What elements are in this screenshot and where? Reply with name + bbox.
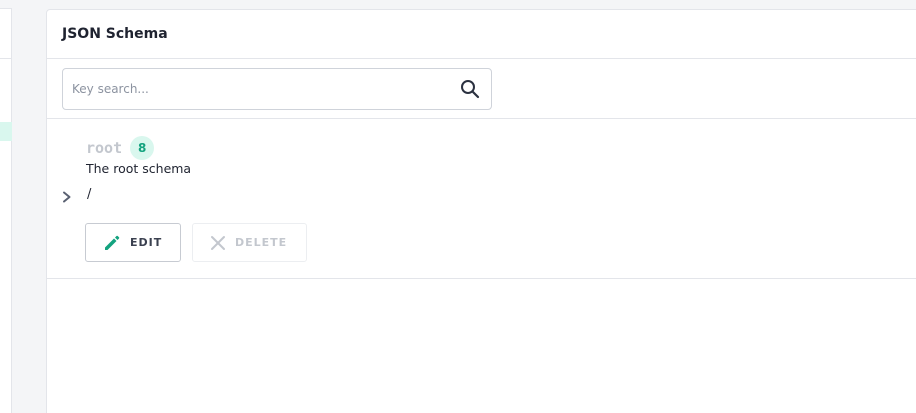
search-box (62, 68, 492, 110)
edit-button[interactable]: EDIT (85, 223, 181, 262)
edit-button-label: EDIT (130, 236, 163, 249)
left-panel (0, 8, 12, 413)
key-search-input[interactable] (72, 82, 459, 96)
node-key-row: root 8 (86, 136, 155, 160)
node-path: / (87, 187, 92, 202)
selected-item-highlight[interactable] (0, 122, 12, 141)
node-count-badge: 8 (130, 136, 155, 160)
pencil-icon (102, 233, 122, 253)
divider (0, 58, 12, 59)
search-row (47, 59, 916, 119)
search-icon[interactable] (459, 78, 481, 100)
node-description: The root schema (86, 161, 192, 176)
close-icon (209, 234, 227, 252)
panel-header: JSON Schema (47, 10, 916, 59)
schema-node-root: root 8 The root schema / EDIT DELETE (47, 119, 916, 279)
node-key: root (86, 139, 123, 157)
json-schema-panel: JSON Schema root 8 The root schema / (46, 9, 916, 413)
delete-button[interactable]: DELETE (192, 223, 307, 262)
delete-button-label: DELETE (235, 236, 288, 249)
chevron-right-icon[interactable] (61, 190, 73, 204)
panel-title: JSON Schema (62, 26, 168, 42)
